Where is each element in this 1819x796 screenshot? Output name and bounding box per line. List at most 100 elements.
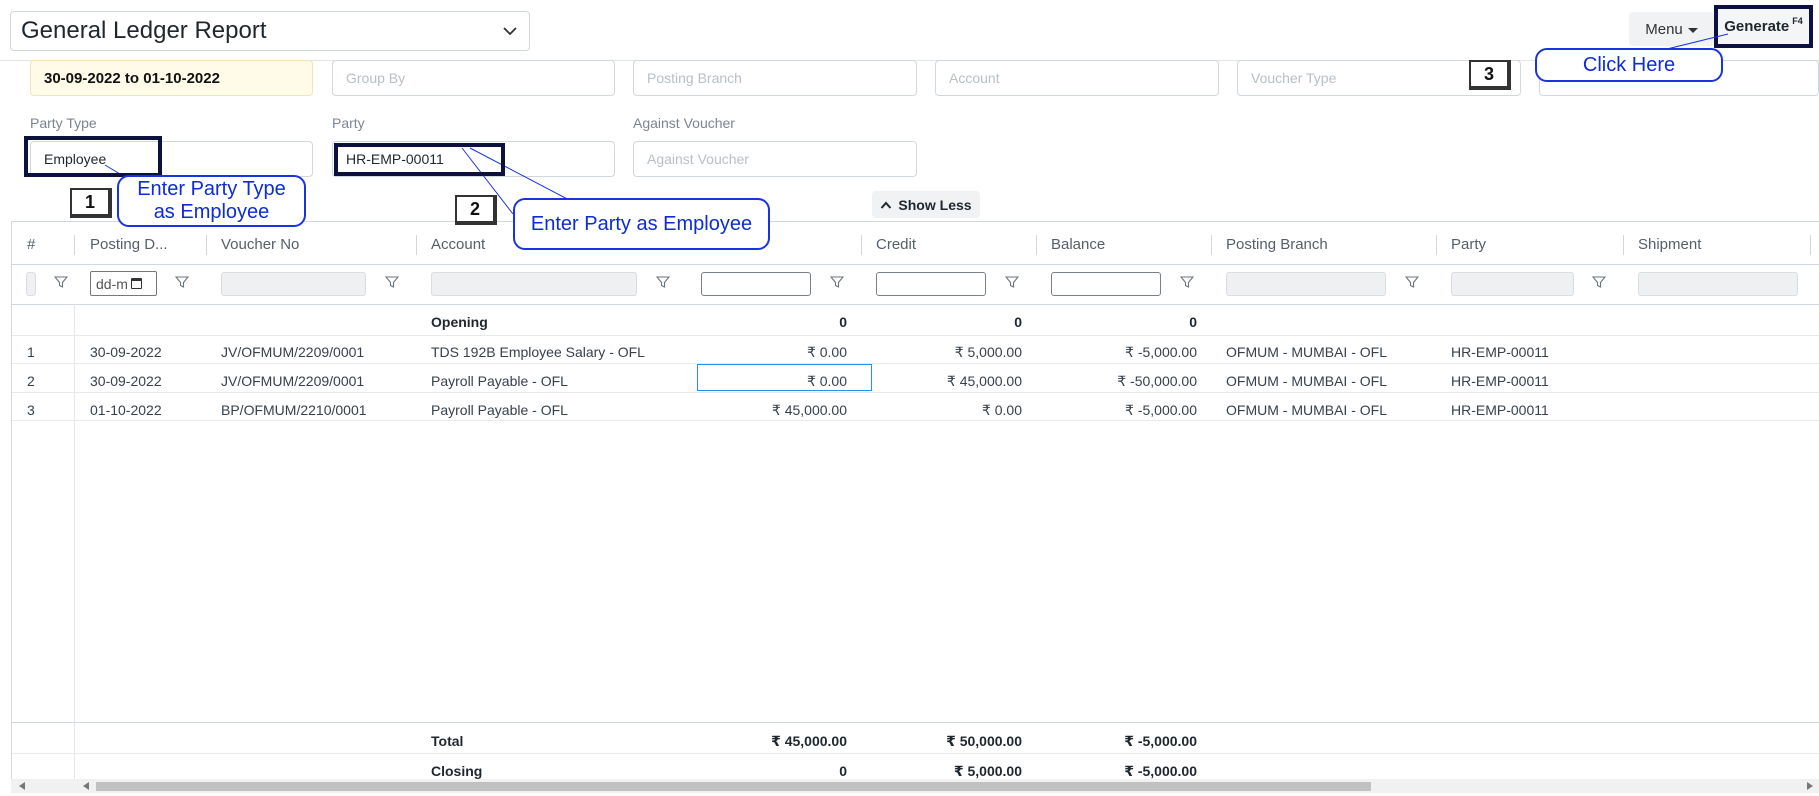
row-account[interactable]: Payroll Payable - OFL (431, 402, 568, 418)
row-party[interactable]: HR-EMP-00011 (1451, 373, 1549, 389)
col-header-credit[interactable]: Credit (876, 236, 916, 253)
total-credit: ₹ 50,000.00 (946, 733, 1022, 749)
row-credit: ₹ 0.00 (981, 402, 1022, 418)
row-party[interactable]: HR-EMP-00011 (1451, 402, 1549, 418)
party-highlight (334, 143, 505, 176)
generate-button-label: Generate (1724, 18, 1790, 35)
page-title: General Ledger Report (21, 17, 267, 44)
shipment-filter-input[interactable] (1638, 272, 1798, 296)
footer-top-line (12, 722, 1819, 723)
filter-icon[interactable] (1005, 275, 1019, 289)
col-header-index[interactable]: # (27, 236, 35, 253)
row-line (12, 335, 1819, 336)
scrollbar-thumb[interactable] (96, 782, 1371, 791)
row-line (12, 392, 1819, 393)
posting-branch-placeholder: Posting Branch (647, 70, 742, 86)
callout-party-type: Enter Party Type as Employee (117, 175, 306, 227)
posting-date-filter-input[interactable]: dd-m (90, 271, 157, 296)
opening-label: Opening (431, 314, 488, 330)
date-range-field[interactable]: 30-09-2022 to 01-10-2022 (30, 60, 313, 96)
row-index: 2 (27, 373, 35, 389)
chevron-up-icon (881, 201, 892, 209)
group-by-placeholder: Group By (346, 70, 406, 86)
debit-filter-input[interactable] (701, 272, 811, 296)
step-1-marker: 1 (70, 188, 112, 218)
opening-debit: 0 (839, 314, 847, 330)
posting-branch-filter-input[interactable] (1226, 272, 1386, 296)
col-header-posting-date[interactable]: Posting D... (90, 236, 168, 253)
generate-button[interactable]: Generate F4 (1714, 5, 1813, 48)
col-divider (1036, 235, 1037, 255)
chevron-down-icon (503, 27, 517, 36)
col-header-voucher-no[interactable]: Voucher No (221, 236, 299, 253)
col-divider (1810, 235, 1811, 255)
row-credit: ₹ 5,000.00 (954, 344, 1022, 360)
account-field[interactable]: Account (935, 60, 1219, 96)
account-placeholder: Account (949, 70, 1000, 86)
row-branch: OFMUM - MUMBAI - OFL (1226, 344, 1387, 360)
col-divider (1623, 235, 1624, 255)
filter-icon[interactable] (1405, 275, 1419, 289)
col-header-shipment[interactable]: Shipment (1638, 236, 1701, 253)
row-voucher[interactable]: JV/OFMUM/2209/0001 (221, 344, 364, 360)
col-header-account[interactable]: Account (431, 236, 485, 253)
party-filter-input[interactable] (1451, 272, 1574, 296)
col-header-balance[interactable]: Balance (1051, 236, 1105, 253)
callout-party-text: Enter Party as Employee (530, 212, 753, 235)
col-divider (74, 235, 75, 255)
scroll-left-icon[interactable] (19, 782, 25, 790)
col-divider (1436, 235, 1437, 255)
voucher-no-filter-input[interactable] (221, 272, 366, 296)
filter-icon[interactable] (1592, 275, 1606, 289)
against-voucher-field[interactable]: Against Voucher (633, 141, 917, 177)
generate-shortcut: F4 (1792, 15, 1803, 26)
row-line (12, 363, 1819, 364)
filter-icon[interactable] (54, 275, 68, 289)
menu-button[interactable]: Menu (1629, 12, 1714, 46)
filter-icon[interactable] (830, 275, 844, 289)
account-filter-input[interactable] (431, 272, 637, 296)
col-header-posting-branch[interactable]: Posting Branch (1226, 236, 1328, 253)
report-selector[interactable]: General Ledger Report (10, 11, 530, 51)
filter-icon[interactable] (175, 275, 189, 289)
horizontal-scrollbar[interactable] (11, 779, 1819, 793)
col-divider (861, 235, 862, 255)
row-index: 1 (27, 344, 35, 360)
row-voucher[interactable]: JV/OFMUM/2209/0001 (221, 373, 364, 389)
show-less-button[interactable]: Show Less (872, 191, 980, 218)
row-balance: ₹ -50,000.00 (1117, 373, 1197, 389)
row-credit: ₹ 45,000.00 (946, 373, 1022, 389)
against-voucher-placeholder: Against Voucher (647, 151, 749, 167)
show-less-label: Show Less (898, 196, 972, 213)
row-party[interactable]: HR-EMP-00011 (1451, 344, 1549, 360)
callout-party-type-line1: Enter Party Type (137, 178, 286, 200)
row-voucher[interactable]: BP/OFMUM/2210/0001 (221, 402, 367, 418)
against-voucher-label: Against Voucher (633, 115, 735, 131)
row-debit: ₹ 0.00 (806, 344, 847, 360)
ledger-table: # Posting D... Voucher No Account Credit… (11, 221, 1819, 786)
col-header-party[interactable]: Party (1451, 236, 1486, 253)
closing-credit: ₹ 5,000.00 (953, 763, 1022, 779)
total-label: Total (431, 733, 464, 749)
scroll-right-icon[interactable] (1807, 782, 1813, 790)
callout-party: Enter Party as Employee (513, 198, 770, 250)
selected-cell[interactable] (697, 364, 872, 391)
row-line (12, 420, 1819, 421)
filter-icon[interactable] (385, 275, 399, 289)
row-account[interactable]: TDS 192B Employee Salary - OFL (431, 344, 645, 360)
index-col-line (74, 304, 75, 786)
row-date: 30-09-2022 (90, 373, 162, 389)
col-divider (1211, 235, 1212, 255)
index-filter-input[interactable] (26, 272, 36, 296)
group-by-field[interactable]: Group By (332, 60, 615, 96)
filter-icon[interactable] (656, 275, 670, 289)
row-balance: ₹ -5,000.00 (1125, 402, 1197, 418)
balance-filter-input[interactable] (1051, 272, 1161, 296)
scroll-left-icon[interactable] (83, 782, 89, 790)
row-account[interactable]: Payroll Payable - OFL (431, 373, 568, 389)
col-divider (206, 235, 207, 255)
credit-filter-input[interactable] (876, 272, 986, 296)
filter-icon[interactable] (1180, 275, 1194, 289)
posting-branch-field[interactable]: Posting Branch (633, 60, 917, 96)
row-date: 01-10-2022 (90, 402, 162, 418)
